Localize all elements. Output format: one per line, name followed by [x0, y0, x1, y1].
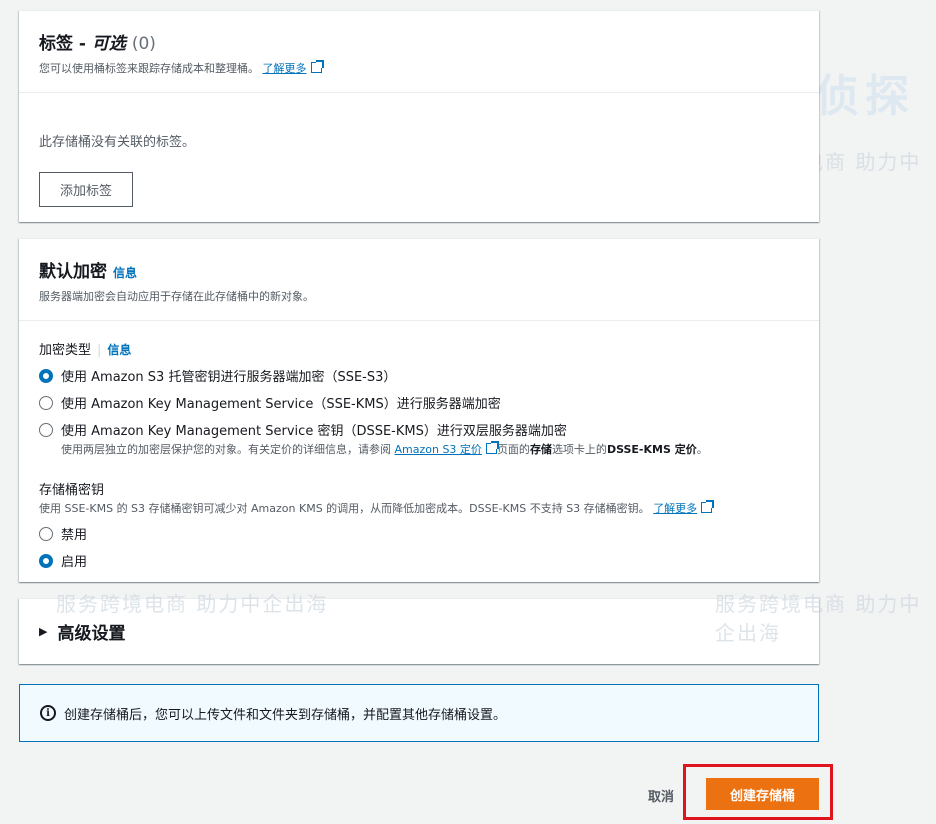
info-alert: i 创建存储桶后，您可以上传文件和文件夹到存储桶，并配置其他存储桶设置。 — [19, 684, 819, 742]
add-tag-button[interactable]: 添加标签 — [39, 172, 134, 207]
radio-sse-kms[interactable]: 使用 Amazon Key Management Service（SSE-KMS… — [39, 393, 799, 412]
highlight-box — [683, 764, 833, 820]
encryption-type-label: 加密类型 | 信息 — [39, 343, 132, 358]
radio-label: 使用 Amazon S3 托管密钥进行服务器端加密（SSE-S3） — [61, 370, 397, 385]
radio-unselected-icon — [39, 395, 53, 410]
tags-description: 您可以使用桶标签来跟踪存储成本和整理桶。 — [39, 62, 259, 75]
info-icon: i — [40, 705, 56, 721]
caret-right-icon: ▶ — [39, 625, 48, 638]
bucket-key-label: 存储桶密钥 — [39, 483, 105, 498]
s3-pricing-link[interactable]: Amazon S3 定价 — [395, 443, 482, 456]
bucket-key-learn-more-link[interactable]: 了解更多 — [653, 502, 697, 515]
radio-unselected-icon — [39, 422, 53, 437]
radio-label: 禁用 — [61, 528, 88, 543]
radio-unselected-icon — [39, 526, 53, 541]
external-link-icon — [310, 60, 324, 73]
tags-learn-more-link[interactable]: 了解更多 — [263, 62, 307, 75]
radio-label: 使用 Amazon Key Management Service（SSE-KMS… — [61, 397, 501, 412]
bucket-key-description: 使用 SSE-KMS 的 S3 存储桶密钥可减少对 Amazon KMS 的调用… — [39, 500, 799, 516]
encryption-info-link[interactable]: 信息 — [113, 266, 137, 280]
encryption-type-info-link[interactable]: 信息 — [107, 343, 131, 357]
info-alert-text: 创建存储桶后，您可以上传文件和文件夹到存储桶，并配置其他存储桶设置。 — [64, 707, 507, 723]
tags-title: 标签 - 可选 (0) — [39, 34, 156, 54]
encryption-panel: 默认加密 信息 服务器端加密会自动应用于存储在此存储桶中的新对象。 加密类型 | 信息… — [19, 238, 819, 582]
radio-bucket-key-enable[interactable]: 启用 — [39, 551, 799, 570]
encryption-description: 服务器端加密会自动应用于存储在此存储桶中的新对象。 — [39, 290, 314, 303]
encryption-title: 默认加密 信息 — [39, 262, 138, 282]
radio-dsse-kms[interactable]: 使用 Amazon Key Management Service 密钥（DSSE… — [39, 420, 799, 439]
radio-sse-s3[interactable]: 使用 Amazon S3 托管密钥进行服务器端加密（SSE-S3） — [39, 366, 799, 385]
advanced-settings-panel[interactable]: ▶ 高级设置 — [19, 598, 819, 664]
radio-selected-icon — [39, 553, 53, 568]
radio-label: 启用 — [61, 555, 88, 570]
radio-bucket-key-disable[interactable]: 禁用 — [39, 524, 799, 543]
tags-panel: 标签 - 可选 (0) 您可以使用桶标签来跟踪存储成本和整理桶。 了解更多 此存… — [19, 10, 819, 222]
advanced-settings-title: 高级设置 — [57, 624, 126, 644]
radio-selected-icon — [39, 368, 53, 383]
tags-count: (0) — [131, 34, 156, 54]
cancel-button[interactable]: 取消 — [648, 786, 674, 805]
external-link-icon — [485, 441, 499, 454]
tags-empty-text: 此存储桶没有关联的标签。 — [39, 135, 196, 150]
dsse-description: 使用两层独立的加密层保护您的对象。有关定价的详细信息，请参阅 Amazon S3… — [61, 441, 708, 456]
external-link-icon — [701, 500, 715, 513]
radio-label: 使用 Amazon Key Management Service 密钥（DSSE… — [61, 424, 567, 439]
